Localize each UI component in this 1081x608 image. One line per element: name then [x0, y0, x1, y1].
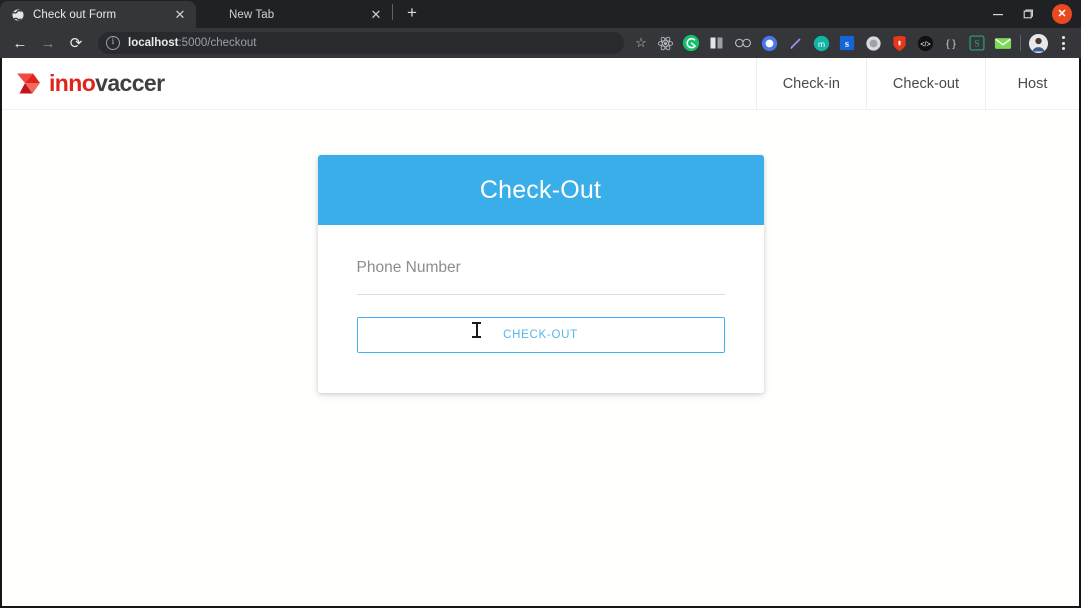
phone-number-field[interactable] — [356, 255, 725, 295]
okta-icon[interactable] — [756, 30, 782, 56]
infinity-extension-icon[interactable] — [730, 30, 756, 56]
close-icon: ✕ — [1052, 4, 1072, 24]
menu-dot — [1061, 41, 1065, 45]
tab-divider — [392, 4, 393, 20]
maximize-button[interactable] — [1013, 0, 1043, 28]
innovaccer-wordmark: innovaccer — [49, 70, 165, 96]
site-header: innovaccer Check-in Check-out Host — [2, 58, 1079, 110]
tab-check-out-form[interactable]: Check out Form ✕ — [0, 1, 196, 28]
pen-tool-icon[interactable] — [782, 30, 808, 56]
s-green-extension-icon[interactable]: S — [964, 30, 990, 56]
extensions-bar: m s </> {} S — [652, 30, 1075, 56]
code-extension-icon[interactable]: </> — [912, 30, 938, 56]
columns-extension-icon[interactable] — [704, 30, 730, 56]
brand-text-red: inno — [49, 70, 96, 96]
nav-item-check-out[interactable]: Check-out — [865, 58, 985, 109]
menu-dot — [1061, 36, 1065, 39]
svg-text:s: s — [845, 39, 849, 50]
browser-toolbar: ← → ⟳ i localhost:5000/checkout ☆ m s </… — [0, 28, 1081, 58]
browser-menu-button[interactable] — [1051, 30, 1075, 56]
tab-close-icon[interactable]: ✕ — [172, 7, 188, 23]
brand-text-dark: vaccer — [95, 70, 165, 96]
forward-button[interactable]: → — [34, 29, 62, 57]
profile-avatar[interactable] — [1025, 30, 1051, 56]
svg-text:m: m — [817, 39, 824, 49]
svg-text:S: S — [974, 39, 979, 50]
card-title: Check-Out — [317, 155, 764, 225]
svg-text:{ }: { } — [946, 39, 956, 50]
url-path: :5000/checkout — [178, 37, 257, 49]
close-button[interactable]: ✕ — [1043, 0, 1081, 28]
innovaccer-logo[interactable]: innovaccer — [2, 58, 165, 109]
s-blue-extension-icon[interactable]: s — [834, 30, 860, 56]
checkout-form: CHECK-OUT — [317, 225, 764, 393]
minimize-button[interactable] — [983, 0, 1013, 28]
globe-icon — [10, 7, 25, 22]
circle-gray-extension-icon[interactable] — [860, 30, 886, 56]
tab-title: Check out Form — [33, 8, 117, 21]
tab-new-tab[interactable]: New Tab ✕ — [196, 1, 392, 28]
tab-strip: Check out Form ✕ New Tab ✕ + ✕ — [0, 0, 1081, 28]
card-container: Check-Out CHECK-OUT — [2, 110, 1079, 393]
page-viewport: innovaccer Check-in Check-out Host Check… — [0, 58, 1081, 608]
browser-window: Check out Form ✕ New Tab ✕ + ✕ ← → ⟳ i l… — [0, 0, 1081, 608]
tab-close-icon[interactable]: ✕ — [368, 7, 384, 23]
url-host: localhost — [128, 37, 179, 49]
site-navigation: Check-in Check-out Host — [755, 58, 1079, 109]
site-info-icon[interactable]: i — [106, 36, 120, 50]
tab-title: New Tab — [229, 8, 275, 21]
nav-item-host[interactable]: Host — [985, 58, 1079, 109]
reload-button[interactable]: ⟳ — [62, 29, 90, 57]
innovaccer-mark-icon — [16, 72, 42, 96]
nav-item-check-in[interactable]: Check-in — [755, 58, 866, 109]
back-button[interactable]: ← — [6, 29, 34, 57]
svg-text:</>: </> — [920, 40, 930, 48]
mail-extension-icon[interactable] — [990, 30, 1016, 56]
blank-favicon-icon — [206, 7, 221, 22]
react-devtools-icon[interactable] — [652, 30, 678, 56]
window-controls: ✕ — [983, 0, 1081, 28]
toolbar-divider — [1020, 35, 1021, 51]
momentum-icon[interactable]: m — [808, 30, 834, 56]
checkout-card: Check-Out CHECK-OUT — [317, 155, 764, 393]
address-bar[interactable]: i localhost:5000/checkout — [98, 32, 624, 54]
phone-number-input[interactable] — [356, 255, 725, 281]
check-out-button[interactable]: CHECK-OUT — [356, 317, 725, 353]
grammarly-icon[interactable] — [678, 30, 704, 56]
json-viewer-icon[interactable]: { } — [938, 30, 964, 56]
lastpass-icon[interactable] — [886, 30, 912, 56]
new-tab-button[interactable]: + — [398, 0, 426, 27]
address-bar-url: localhost:5000/checkout — [128, 37, 257, 49]
menu-dot — [1061, 47, 1065, 50]
bookmark-star-icon[interactable]: ☆ — [630, 32, 652, 54]
